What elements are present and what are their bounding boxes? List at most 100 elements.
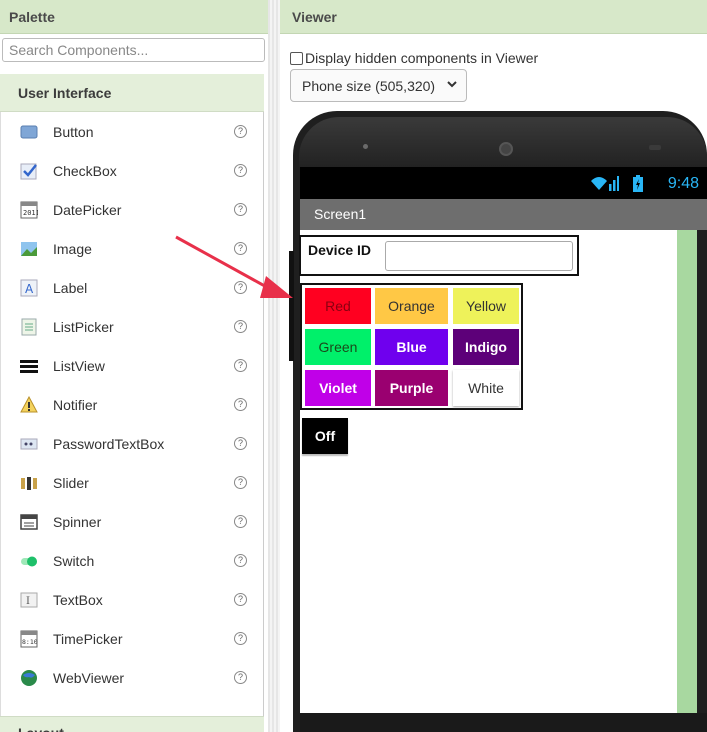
component-label: DatePicker	[53, 201, 122, 218]
component-switch[interactable]: Switch?	[1, 541, 263, 580]
component-label: Switch	[53, 552, 95, 569]
component-label: TextBox	[53, 591, 103, 608]
help-icon[interactable]: ?	[234, 281, 247, 294]
component-spinner[interactable]: Spinner?	[1, 502, 263, 541]
timepicker-icon: 8:10	[20, 630, 38, 648]
purple-button[interactable]: Purple	[375, 370, 448, 406]
wifi-signal-icon	[591, 176, 619, 191]
component-notifier[interactable]: Notifier?	[1, 385, 263, 424]
component-webviewer[interactable]: WebViewer?	[1, 658, 263, 697]
component-label: Label	[53, 279, 88, 296]
spinner-icon	[20, 513, 38, 531]
search-container	[0, 34, 268, 74]
palette-panel: Palette User Interface Button?CheckBox?2…	[0, 0, 268, 732]
violet-button[interactable]: Violet	[305, 370, 371, 406]
indigo-button[interactable]: Indigo	[453, 329, 519, 365]
display-hidden-label: Display hidden components in Viewer	[305, 50, 539, 66]
component-label: Notifier	[53, 396, 98, 413]
webviewer-icon	[20, 669, 38, 687]
component-slider[interactable]: Slider?	[1, 463, 263, 502]
display-hidden-toggle[interactable]: Display hidden components in Viewer	[290, 50, 538, 66]
component-label: ListPicker	[53, 318, 114, 335]
svg-text:2011: 2011	[23, 209, 38, 217]
search-components-input[interactable]	[2, 38, 265, 62]
blue-button[interactable]: Blue	[375, 329, 448, 365]
phone-bottom-bezel	[300, 713, 707, 732]
component-list: Button? CheckBox? 2011 DatePicker? Image? A La…	[0, 112, 264, 716]
component-image[interactable]: Image?	[1, 229, 263, 268]
panel-divider[interactable]	[268, 0, 280, 732]
white-button[interactable]: White	[453, 370, 519, 406]
layout-section-header[interactable]: Layout	[0, 716, 264, 732]
viewer-title: Viewer	[280, 0, 707, 34]
textbox-icon: I	[20, 591, 38, 609]
device-id-textbox[interactable]	[385, 241, 573, 271]
component-datepicker[interactable]: 2011 DatePicker?	[1, 190, 263, 229]
help-icon[interactable]: ?	[234, 593, 247, 606]
phone-status-bar: 9:48	[300, 167, 707, 199]
display-hidden-checkbox[interactable]	[290, 51, 303, 65]
component-listview[interactable]: ListView?	[1, 346, 263, 385]
slider-icon	[20, 474, 38, 492]
component-passwordtextbox[interactable]: PasswordTextBox?	[1, 424, 263, 463]
checkbox-icon	[20, 162, 38, 180]
help-icon[interactable]: ?	[234, 476, 247, 489]
help-icon[interactable]: ?	[234, 359, 247, 372]
orange-button[interactable]: Orange	[375, 288, 448, 324]
battery-icon	[633, 175, 643, 192]
user-interface-section-header[interactable]: User Interface	[0, 74, 264, 112]
component-label: Spinner	[53, 513, 102, 530]
status-time: 9:48	[667, 175, 699, 192]
label-icon: A	[20, 279, 38, 297]
component-label: PasswordTextBox	[53, 435, 165, 452]
yellow-button[interactable]: Yellow	[453, 288, 519, 324]
help-icon[interactable]: ?	[234, 437, 247, 450]
password-icon	[20, 435, 38, 453]
listview-icon	[20, 357, 38, 375]
help-icon[interactable]: ?	[234, 125, 247, 138]
help-icon[interactable]: ?	[234, 242, 247, 255]
help-icon[interactable]: ?	[234, 671, 247, 684]
help-icon[interactable]: ?	[234, 203, 247, 216]
phone-side-button	[289, 251, 294, 361]
help-icon[interactable]: ?	[234, 515, 247, 528]
help-icon[interactable]: ?	[234, 398, 247, 411]
component-timepicker[interactable]: 8:10 TimePicker?	[1, 619, 263, 658]
component-label: Slider	[53, 474, 89, 491]
phone-size-value: Phone size (505,320)	[302, 78, 436, 94]
help-icon[interactable]: ?	[234, 164, 247, 177]
device-id-label: Device ID	[308, 242, 372, 258]
phone-size-select[interactable]: Phone size (505,320)	[290, 69, 467, 102]
green-button[interactable]: Green	[305, 329, 371, 365]
screen-title-bar: Screen1	[300, 199, 707, 230]
device-id-arrangement[interactable]: Device ID	[299, 235, 579, 276]
phone-top-bezel	[299, 117, 707, 167]
help-icon[interactable]: ?	[234, 632, 247, 645]
help-icon[interactable]: ?	[234, 320, 247, 333]
phone-sensor	[649, 145, 661, 150]
button-icon	[20, 123, 38, 141]
off-button[interactable]: Off	[302, 418, 348, 454]
component-textbox[interactable]: I TextBox?	[1, 580, 263, 619]
svg-text:8:10: 8:10	[22, 638, 38, 646]
component-label: ListView	[53, 357, 105, 374]
image-icon	[20, 240, 38, 258]
red-button[interactable]: Red	[305, 288, 371, 324]
screen-scroll-strip	[677, 230, 697, 713]
component-label: TimePicker	[53, 630, 123, 647]
phone-speaker	[363, 144, 368, 149]
component-button[interactable]: Button?	[1, 112, 263, 151]
help-icon[interactable]: ?	[234, 554, 247, 567]
palette-title: Palette	[0, 0, 268, 34]
listpicker-icon	[20, 318, 38, 336]
color-button-table[interactable]: Red Orange Yellow Green Blue Indigo Violet Purp…	[300, 283, 523, 410]
svg-text:I: I	[26, 596, 30, 607]
component-checkbox[interactable]: CheckBox?	[1, 151, 263, 190]
component-label: WebViewer	[53, 669, 125, 686]
switch-icon	[20, 552, 38, 570]
notifier-icon	[20, 395, 38, 414]
component-label: CheckBox	[53, 162, 117, 179]
svg-text:A: A	[25, 282, 34, 296]
component-label[interactable]: A Label?	[1, 268, 263, 307]
component-listpicker[interactable]: ListPicker?	[1, 307, 263, 346]
